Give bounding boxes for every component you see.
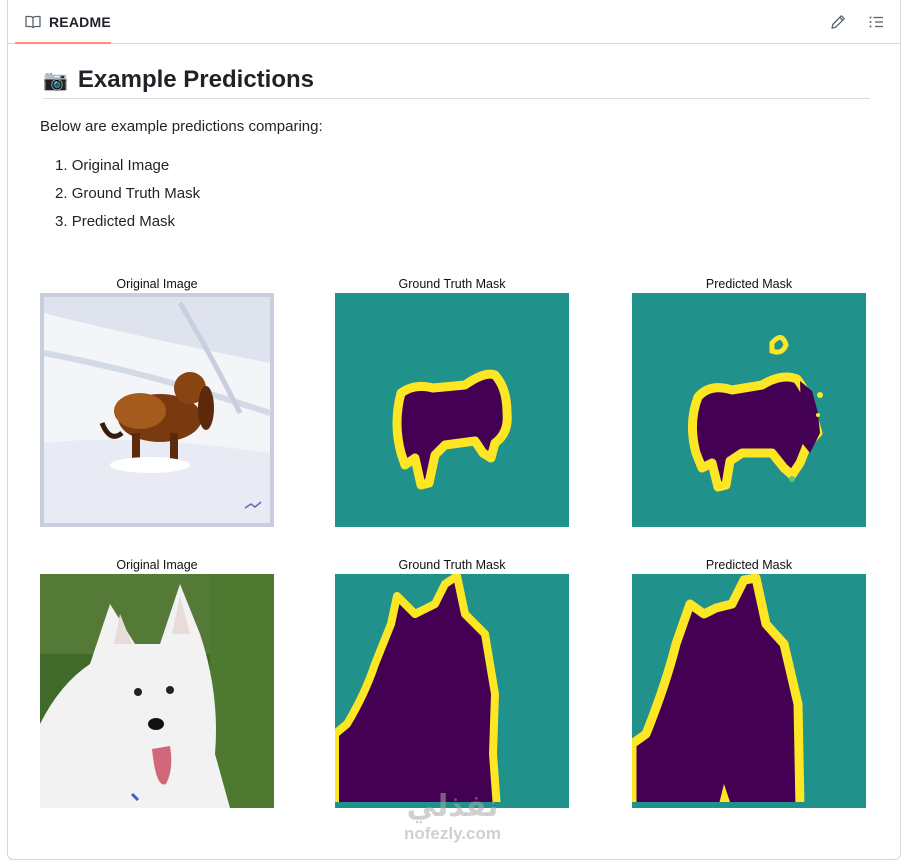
book-icon (25, 14, 41, 30)
list-item: 3. Predicted Mask (55, 213, 176, 230)
tab-readme-label: README (49, 14, 111, 30)
list-item: 1. Original Image (55, 157, 170, 174)
tab-readme[interactable]: README (17, 0, 119, 44)
figure-pred-mask-1: Predicted Mask (632, 276, 866, 527)
comparison-list: 1. Original Image 2. Ground Truth Mask 3… (55, 156, 200, 240)
figure-title: Ground Truth Mask (398, 277, 506, 291)
list-icon (868, 14, 884, 30)
list-item: 2. Ground Truth Mask (55, 185, 201, 202)
watermark-text: nofezly.com (404, 824, 501, 843)
intro-text: Below are example predictions comparing: (40, 118, 323, 135)
figure-original-1: Original Image (40, 276, 274, 527)
figure-pred-mask-2: Predicted Mask (632, 557, 866, 808)
figure-title: Original Image (116, 277, 198, 291)
figure-gt-mask-1: Ground Truth Mask (335, 276, 569, 527)
figure-title: Ground Truth Mask (398, 558, 506, 572)
figure-gt-mask-2: Ground Truth Mask (335, 557, 569, 808)
dog-photo-snow (40, 293, 274, 527)
figure-title: Predicted Mask (705, 277, 793, 291)
figure-title: Original Image (116, 558, 198, 572)
predicted-mask-image (632, 293, 866, 527)
figure-original-2: Original Image (40, 557, 274, 808)
figure-title: Predicted Mask (705, 558, 793, 572)
dog-photo-grass (40, 574, 274, 808)
outline-button[interactable] (862, 8, 890, 36)
watermark: نفذلي nofezly.com (395, 790, 510, 847)
camera-emoji: 📷 (43, 69, 68, 92)
ground-truth-mask-image (335, 293, 569, 527)
predicted-mask-image (632, 574, 866, 808)
section-heading: 📷 Example Predictions (43, 62, 870, 99)
tab-active-indicator (15, 42, 111, 44)
ground-truth-mask-image (335, 574, 569, 808)
pencil-icon (830, 14, 846, 30)
readme-header: README (7, 0, 901, 44)
page-title: Example Predictions (77, 66, 314, 93)
edit-file-button[interactable] (824, 8, 852, 36)
